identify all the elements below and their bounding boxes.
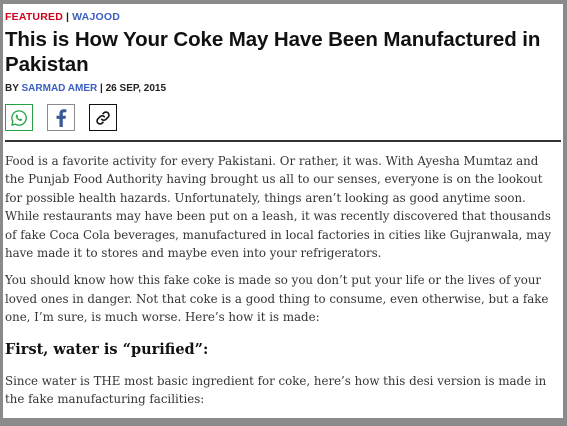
article-paragraph: You should know how this fake coke is ma… <box>5 273 549 325</box>
article-paragraph: Food is a favorite activity for every Pa… <box>5 154 552 261</box>
share-bar <box>5 104 561 133</box>
byline-by: BY <box>5 83 19 94</box>
category-featured-link[interactable]: FEATURED <box>5 11 63 23</box>
copy-link-button[interactable] <box>89 104 117 131</box>
category-separator: | <box>66 11 70 23</box>
article-subheading: First, water is “purified”: <box>5 340 209 358</box>
article-title: This is How Your Coke May Have Been Manu… <box>5 28 541 76</box>
header-divider <box>5 140 561 142</box>
publish-date: 26 SEP, 2015 <box>105 83 167 94</box>
facebook-icon <box>56 108 67 127</box>
article-body: Food is a favorite activity for every Pa… <box>5 152 561 408</box>
article-paragraph: Since water is THE most basic ingredient… <box>5 373 547 407</box>
link-icon <box>96 110 110 125</box>
whatsapp-icon <box>11 109 27 126</box>
byline: BY SARMAD AMER | 26 SEP, 2015 <box>5 83 561 95</box>
byline-separator: | <box>100 83 103 94</box>
whatsapp-share-button[interactable] <box>5 104 33 131</box>
facebook-share-button[interactable] <box>47 104 75 131</box>
article: FEATURED | WAJOOD This is How Your Coke Ma… <box>3 4 563 408</box>
category-wajood-link[interactable]: WAJOOD <box>72 11 120 23</box>
author-link[interactable]: SARMAD AMER <box>22 83 98 94</box>
category-links: FEATURED | WAJOOD <box>5 10 561 24</box>
